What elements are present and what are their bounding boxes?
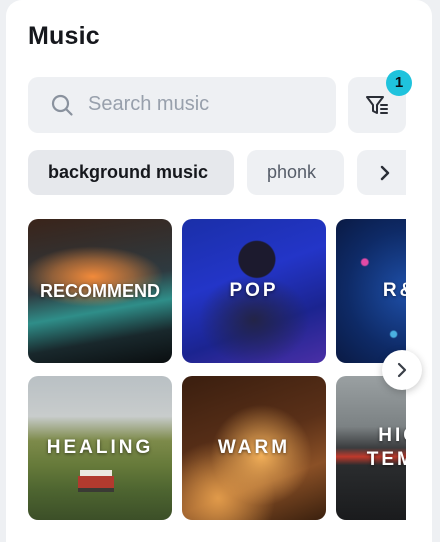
carousel-next-button[interactable] [382, 350, 422, 390]
chevron-right-icon [397, 362, 407, 378]
genre-grid: RECOMMEND POP R&B HEALING WARM HIGH TEMP… [28, 219, 406, 529]
genre-card-recommend[interactable]: RECOMMEND [28, 219, 172, 363]
panel-title: Music [28, 22, 100, 50]
search-input[interactable]: Search music [28, 77, 336, 133]
search-placeholder: Search music [88, 93, 210, 115]
search-icon [51, 94, 73, 116]
chevron-right-icon [380, 165, 390, 181]
genre-card-rnb[interactable]: R&B [336, 219, 406, 363]
genre-label: HIGH TEMPO [366, 425, 406, 470]
tag-chip-phonk[interactable]: phonk [247, 150, 344, 195]
genre-label: POP [229, 280, 279, 302]
genre-label: WARM [217, 437, 291, 459]
tags-more-button[interactable] [357, 150, 406, 195]
filter-icon [366, 96, 388, 114]
genre-card-pop[interactable]: POP [182, 219, 326, 363]
genre-card-warm[interactable]: WARM [182, 376, 326, 520]
genre-card-high-tempo[interactable]: HIGH TEMPO [336, 376, 406, 520]
genre-card-healing[interactable]: HEALING [28, 376, 172, 520]
tag-chip-row: background music phonk [28, 150, 406, 196]
genre-label: R&B [382, 280, 406, 302]
genre-label: RECOMMEND [40, 280, 160, 301]
tag-chip-background-music[interactable]: background music [28, 150, 234, 195]
music-panel: Music Search music 1 background music ph… [6, 0, 432, 542]
filter-count-badge: 1 [386, 70, 412, 96]
genre-label: HEALING [46, 437, 154, 459]
